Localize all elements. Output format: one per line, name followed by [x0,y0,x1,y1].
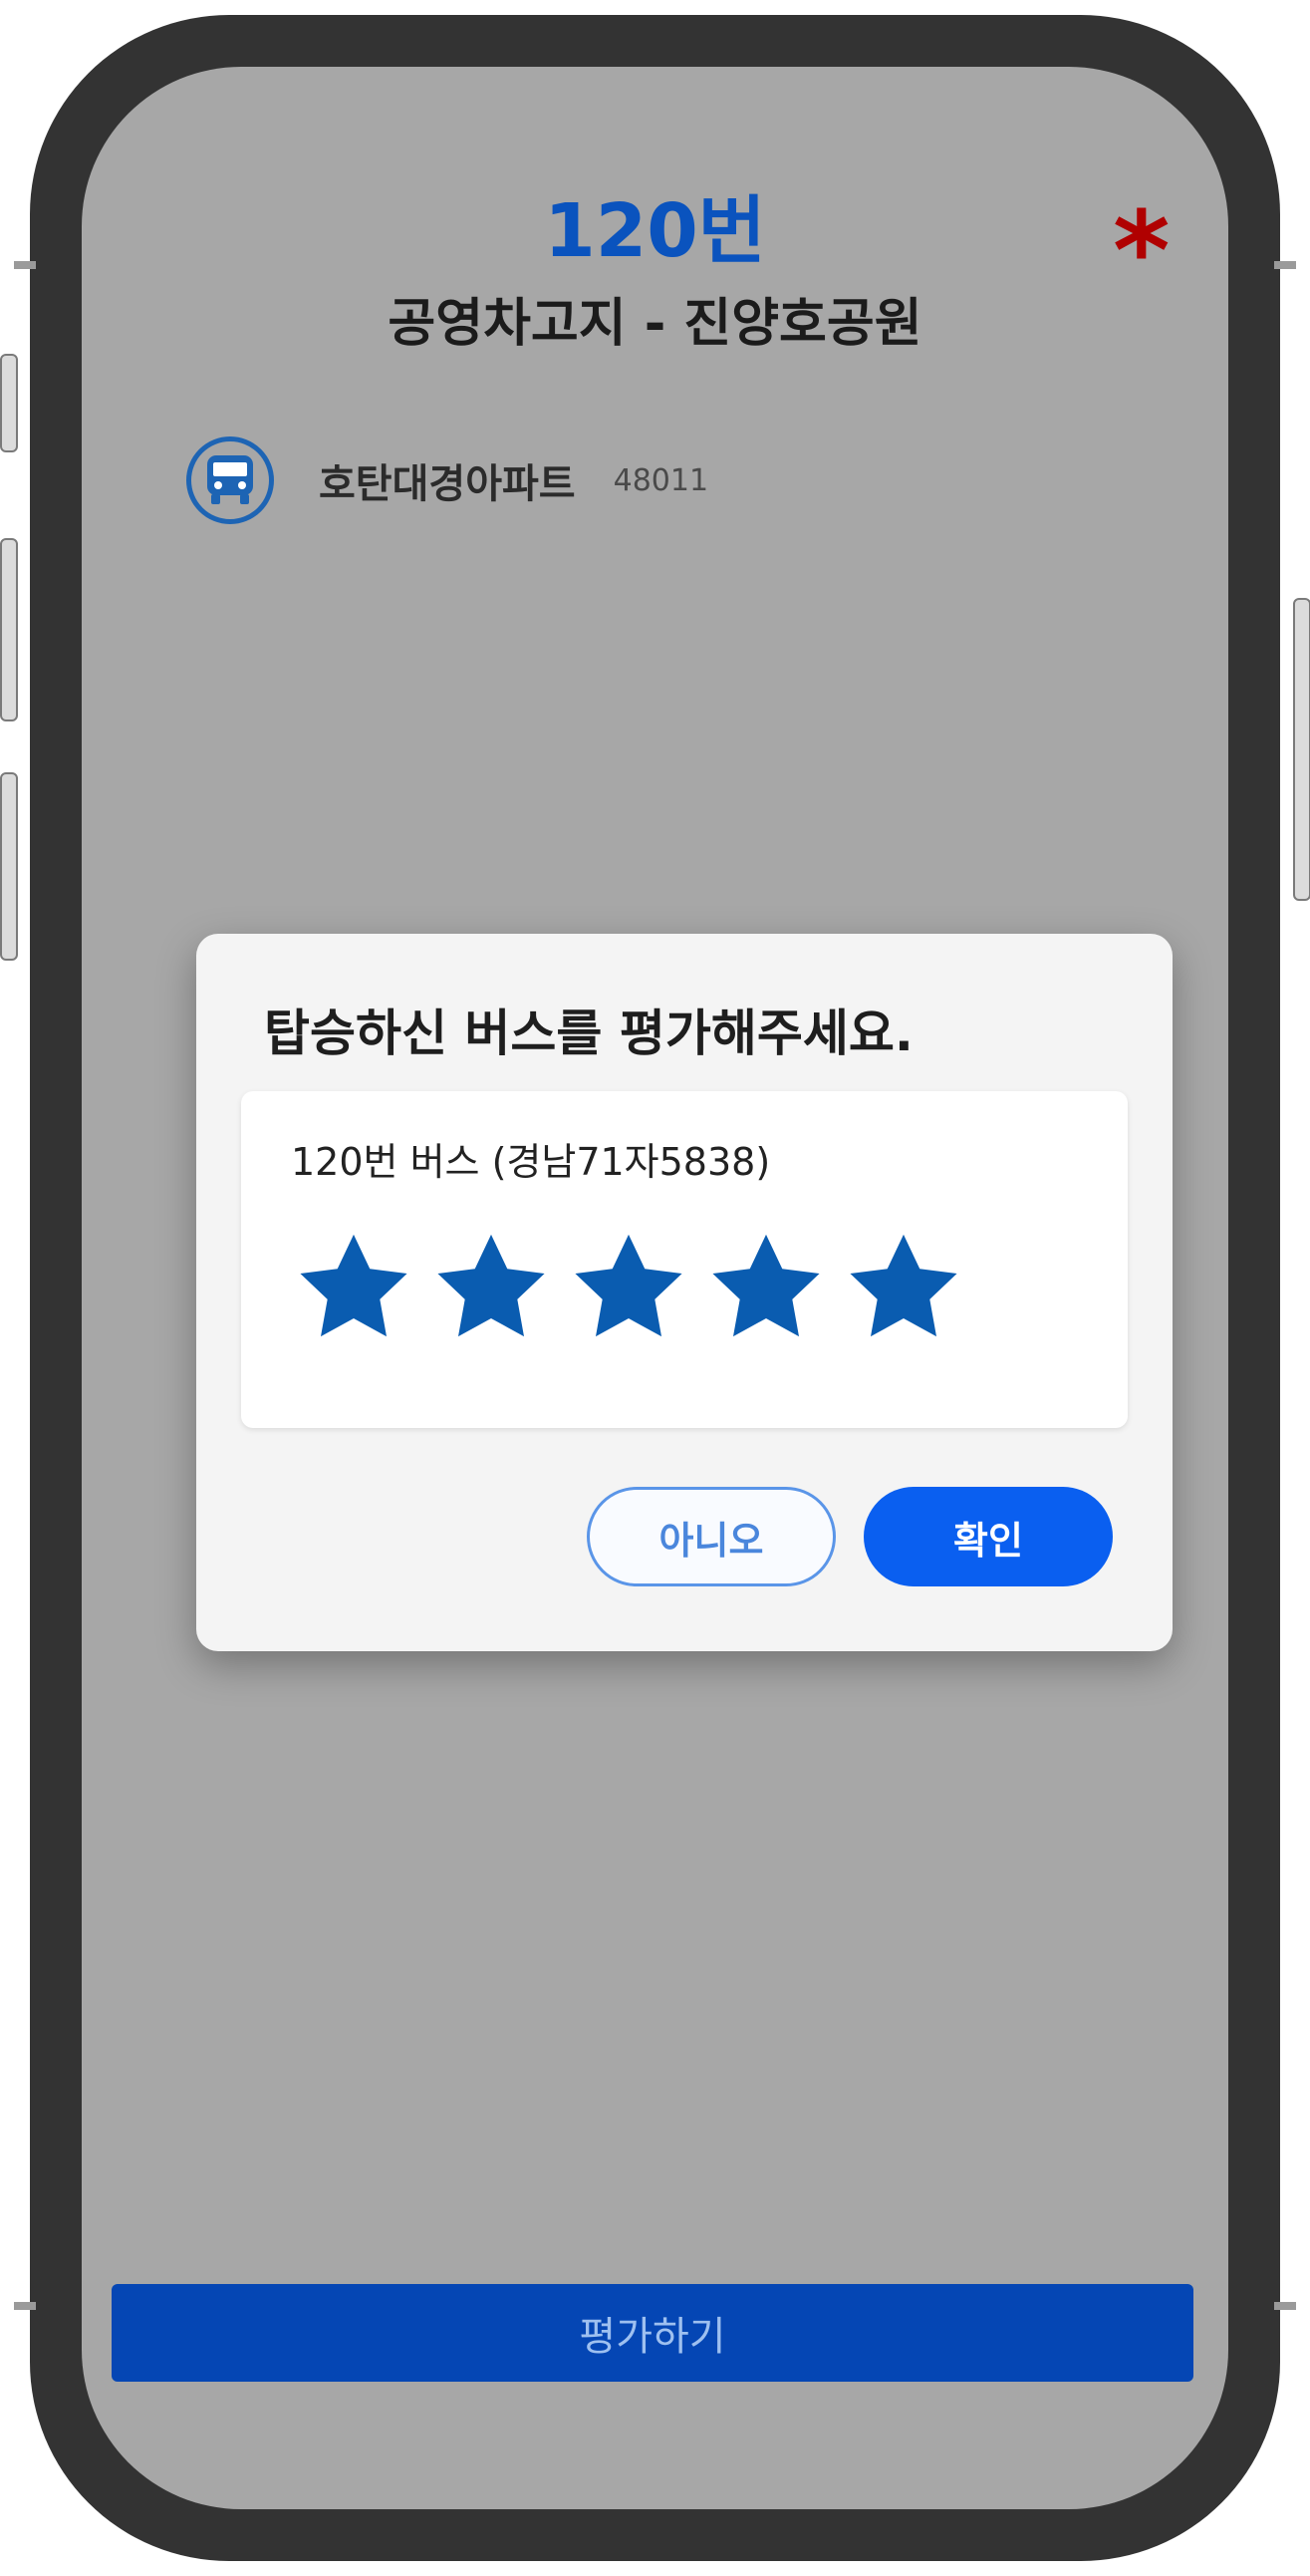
screen: 120번 공영차고지 - 진양호공원 * 호탄대경아파트 48011 탑승하신 … [82,67,1228,2509]
bus-stop-row[interactable]: 호탄대경아파트 48011 [186,430,708,530]
asterisk-marker: * [1113,187,1171,315]
star-icon-1[interactable] [296,1231,411,1340]
star-icon-5[interactable] [846,1231,961,1340]
evaluate-button[interactable]: 평가하기 [112,2284,1193,2382]
volume-up-button [0,538,18,721]
silent-switch [0,354,18,452]
star-rating [296,1231,961,1340]
volume-down-button [0,772,18,961]
power-button [1293,598,1310,901]
bus-info: 120번 버스 (경남71자5838) [291,1140,771,1184]
star-icon-4[interactable] [708,1231,824,1340]
route-number: 120번 [544,188,766,274]
rating-card: 120번 버스 (경남71자5838) [241,1091,1128,1428]
stop-id: 48011 [613,462,709,498]
phone-body: 120번 공영차고지 - 진양호공원 * 호탄대경아파트 48011 탑승하신 … [30,15,1280,2561]
bus-icon [186,436,274,524]
dialog-title: 탑승하신 버스를 평가해주세요. [264,1004,914,1062]
rating-dialog: 탑승하신 버스를 평가해주세요. 120번 버스 (경남71자5838) 아니오… [196,934,1173,1651]
confirm-button[interactable]: 확인 [864,1487,1113,1586]
route-name: 공영차고지 - 진양호공원 [388,294,922,354]
no-button[interactable]: 아니오 [587,1487,836,1586]
stop-name: 호탄대경아파트 [319,461,576,507]
star-icon-2[interactable] [433,1231,549,1340]
star-icon-3[interactable] [571,1231,686,1340]
